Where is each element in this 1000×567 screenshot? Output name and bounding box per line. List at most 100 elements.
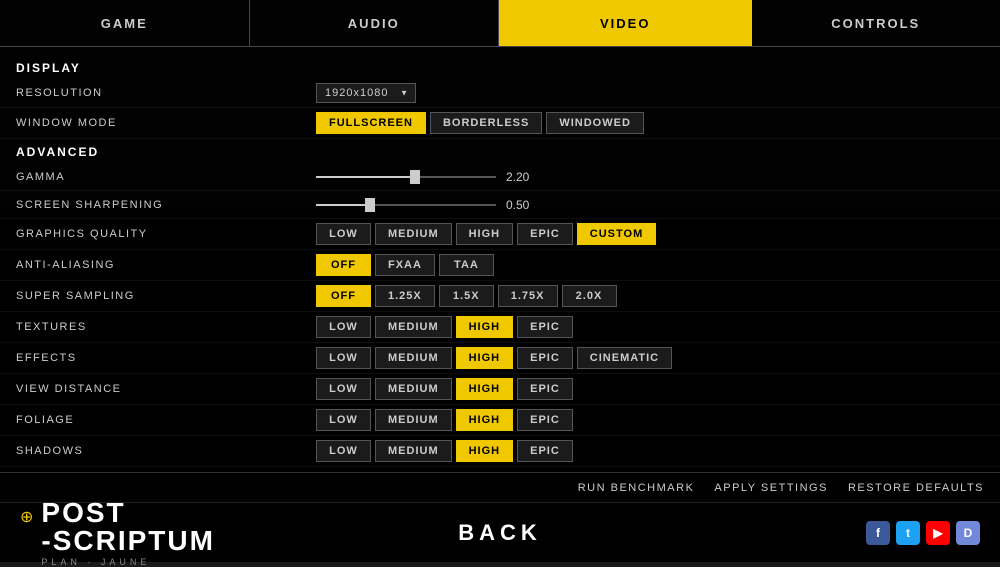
restore-defaults-btn[interactable]: RESTORE DEFAULTS	[848, 482, 984, 494]
borderless-btn[interactable]: BORDERLESS	[430, 112, 542, 134]
fullscreen-btn[interactable]: FULLSCREEN	[316, 112, 426, 134]
tex-medium-btn[interactable]: MEDIUM	[375, 316, 452, 338]
gq-epic-btn[interactable]: EPIC	[517, 223, 573, 245]
ss-15-btn[interactable]: 1.5x	[439, 285, 494, 307]
fol-epic-btn[interactable]: EPIC	[517, 409, 573, 431]
window-mode-control: FULLSCREEN BORDERLESS WINDOWED	[316, 112, 984, 134]
graphics-quality-row: GRAPHICS QUALITY LOW MEDIUM HIGH EPIC CU…	[0, 219, 1000, 250]
eff-low-btn[interactable]: LOW	[316, 347, 371, 369]
resolution-row: RESOLUTION 1920x1080	[0, 79, 1000, 108]
screen-sharpening-label: SCREEN SHARPENING	[16, 199, 316, 211]
sha-high-btn[interactable]: HIGH	[456, 440, 514, 462]
windowed-btn[interactable]: WINDOWED	[546, 112, 644, 134]
eff-epic-btn[interactable]: EPIC	[517, 347, 573, 369]
screen-sharpening-control: 0.50	[316, 198, 984, 212]
gamma-slider-container: 2.20	[316, 170, 541, 184]
sharpening-thumb[interactable]	[365, 198, 375, 212]
gamma-row: GAMMA 2.20	[0, 163, 1000, 191]
apply-settings-btn[interactable]: APPLY SETTINGS	[714, 482, 828, 494]
resolution-dropdown[interactable]: 1920x1080	[316, 83, 416, 103]
window-mode-row: WINDOW MODE FULLSCREEN BORDERLESS WINDOW…	[0, 108, 1000, 139]
sha-low-btn[interactable]: LOW	[316, 440, 371, 462]
effects-row: EFFECTS LOW MEDIUM HIGH EPIC CINEMATIC	[0, 343, 1000, 374]
sharpening-slider-container: 0.50	[316, 198, 541, 212]
back-button[interactable]: BACK	[458, 520, 542, 546]
tex-low-btn[interactable]: LOW	[316, 316, 371, 338]
aa-fxaa-btn[interactable]: FXAA	[375, 254, 435, 276]
shadows-label: SHADOWS	[16, 445, 316, 457]
gq-high-btn[interactable]: HIGH	[456, 223, 514, 245]
tab-video[interactable]: VIDEO	[499, 0, 752, 46]
vd-low-btn[interactable]: LOW	[316, 378, 371, 400]
fol-medium-btn[interactable]: MEDIUM	[375, 409, 452, 431]
anti-aliasing-control: OFF FXAA TAA	[316, 254, 984, 276]
foliage-label: FOLIAGE	[16, 414, 316, 426]
tab-game[interactable]: GAME	[0, 0, 250, 46]
tab-controls[interactable]: CONTROLS	[752, 0, 1000, 46]
twitter-icon[interactable]: t	[896, 521, 920, 545]
shadows-row: SHADOWS LOW MEDIUM HIGH EPIC	[0, 436, 1000, 467]
gamma-thumb[interactable]	[410, 170, 420, 184]
ss-175-btn[interactable]: 1.75x	[498, 285, 558, 307]
sharpening-fill	[316, 204, 370, 206]
gamma-label: GAMMA	[16, 171, 316, 183]
fol-high-btn[interactable]: HIGH	[456, 409, 514, 431]
resolution-label: RESOLUTION	[16, 87, 316, 99]
vd-high-btn[interactable]: HIGH	[456, 378, 514, 400]
tex-high-btn[interactable]: HIGH	[456, 316, 514, 338]
run-benchmark-btn[interactable]: RUN BENCHMARK	[578, 482, 695, 494]
bottom-bar: RUN BENCHMARK APPLY SETTINGS RESTORE DEF…	[0, 472, 1000, 502]
view-distance-row: VIEW DISTANCE LOW MEDIUM HIGH EPIC	[0, 374, 1000, 405]
shadows-control: LOW MEDIUM HIGH EPIC	[316, 440, 984, 462]
logo-line1: POST	[41, 499, 215, 527]
foliage-row: FOLIAGE LOW MEDIUM HIGH EPIC	[0, 405, 1000, 436]
sha-medium-btn[interactable]: MEDIUM	[375, 440, 452, 462]
ss-20-btn[interactable]: 2.0x	[562, 285, 617, 307]
tab-audio[interactable]: AUDIO	[250, 0, 500, 46]
sha-epic-btn[interactable]: EPIC	[517, 440, 573, 462]
logo-line2: -SCRIPTUM	[41, 527, 215, 555]
discord-icon[interactable]: D	[956, 521, 980, 545]
fol-low-btn[interactable]: LOW	[316, 409, 371, 431]
vd-medium-btn[interactable]: MEDIUM	[375, 378, 452, 400]
super-sampling-row: SUPER SAMPLING Off 1.25x 1.5x 1.75x 2.0x	[0, 281, 1000, 312]
youtube-icon[interactable]: ▶	[926, 521, 950, 545]
logo-bar: ⊕ POST -SCRIPTUM PLAN · JAUNE BACK f t ▶…	[0, 502, 1000, 562]
logo-icon: ⊕	[20, 507, 33, 527]
advanced-section-header: ADVANCED	[0, 139, 1000, 163]
eff-medium-btn[interactable]: MEDIUM	[375, 347, 452, 369]
gamma-value: 2.20	[506, 170, 541, 184]
ss-off-btn[interactable]: Off	[316, 285, 371, 307]
gamma-control: 2.20	[316, 170, 984, 184]
gq-custom-btn[interactable]: CUSTOM	[577, 223, 656, 245]
effects-label: EFFECTS	[16, 352, 316, 364]
super-sampling-control: Off 1.25x 1.5x 1.75x 2.0x	[316, 285, 984, 307]
textures-control: LOW MEDIUM HIGH EPIC	[316, 316, 984, 338]
aa-taa-btn[interactable]: TAA	[439, 254, 494, 276]
gq-low-btn[interactable]: LOW	[316, 223, 371, 245]
social-icons: f t ▶ D	[866, 521, 980, 545]
effects-control: LOW MEDIUM HIGH EPIC CINEMATIC	[316, 347, 984, 369]
settings-panel: DISPLAY RESOLUTION 1920x1080 WINDOW MODE…	[0, 47, 1000, 472]
super-sampling-label: SUPER SAMPLING	[16, 290, 316, 302]
sharpening-track[interactable]	[316, 204, 496, 206]
window-mode-label: WINDOW MODE	[16, 117, 316, 129]
gamma-fill	[316, 176, 415, 178]
gq-medium-btn[interactable]: MEDIUM	[375, 223, 452, 245]
display-section-header: DISPLAY	[0, 55, 1000, 79]
view-distance-label: VIEW DISTANCE	[16, 383, 316, 395]
sharpening-value: 0.50	[506, 198, 541, 212]
resolution-control: 1920x1080	[316, 83, 984, 103]
graphics-quality-label: GRAPHICS QUALITY	[16, 228, 316, 240]
aa-off-btn[interactable]: OFF	[316, 254, 371, 276]
textures-label: TEXTURES	[16, 321, 316, 333]
ss-125-btn[interactable]: 1.25x	[375, 285, 435, 307]
eff-cinematic-btn[interactable]: CINEMATIC	[577, 347, 672, 369]
foliage-control: LOW MEDIUM HIGH EPIC	[316, 409, 984, 431]
vd-epic-btn[interactable]: EPIC	[517, 378, 573, 400]
eff-high-btn[interactable]: HIGH	[456, 347, 514, 369]
tex-epic-btn[interactable]: EPIC	[517, 316, 573, 338]
gamma-track[interactable]	[316, 176, 496, 178]
facebook-icon[interactable]: f	[866, 521, 890, 545]
textures-row: TEXTURES LOW MEDIUM HIGH EPIC	[0, 312, 1000, 343]
